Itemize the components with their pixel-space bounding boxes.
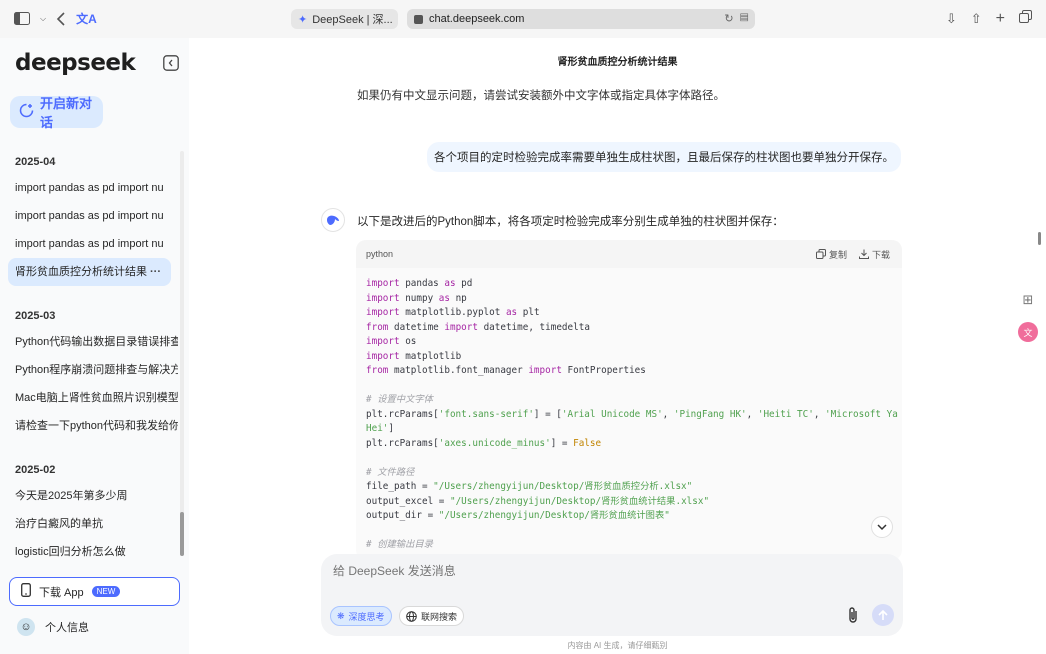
share-icon[interactable]: ⇧ [971,11,982,27]
history-date: 2025-03 [15,310,56,322]
deepseek-favicon-icon: ✦ [298,13,308,26]
new-chat-button[interactable]: 开启新对话 [10,96,103,130]
download-icon [858,249,869,259]
history-date: 2025-04 [15,156,56,168]
web-search-toggle[interactable]: 联网搜索 [399,606,465,626]
history-item-active[interactable]: 肾形贫血质控分析统计结果 ··· [8,258,171,286]
sidebar-toggle-icon[interactable] [14,12,30,25]
copy-button[interactable]: 复制 [815,248,847,261]
sidebar: deepseek 开启新对话 2025-04 import pandas as … [0,38,189,654]
page-title: 肾形贫血质控分析统计结果 [557,57,678,68]
history-item[interactable]: logistic回归分析怎么做 [0,538,178,566]
chevron-down-icon [877,523,887,530]
history-date: 2025-02 [15,464,56,476]
avatar: ☺ [17,618,35,636]
tabs-overview-icon[interactable] [1019,10,1032,28]
more-options-icon[interactable]: ··· [150,258,161,286]
code-content: import pandas as pd import numpy as np i… [366,278,898,550]
chat-main: 肾形贫血质控分析统计结果 如果仍有中文显示问题，请尝试安装额外中文字体或指定具体… [189,38,1046,654]
deepseek-logo: deepseek [15,50,136,76]
translate-float-icon[interactable]: 文 [1018,322,1038,342]
globe-icon [406,610,417,622]
web-search-label: 联网搜索 [421,611,458,622]
browser-tab[interactable]: ✦ DeepSeek | 深... [291,9,398,29]
history-item[interactable]: import pandas as pd import nu [0,230,178,258]
download-app-button[interactable]: 下载 App NEW [9,577,180,606]
user-message: 各个项目的定时检验完成率需要单独生成柱状图，且最后保存的柱状图也要单独分开保存。 [427,142,901,172]
tab-title: DeepSeek | 深... [312,14,393,26]
download-label: 下载 [871,249,890,260]
deepseek-whale-icon [321,208,345,232]
profile-label: 个人信息 [45,622,89,634]
chat-history: 2025-04 import pandas as pd import nu im… [0,150,189,566]
reader-icon[interactable]: ▤ [740,12,749,25]
history-item[interactable]: import pandas as pd import nu [0,174,178,202]
history-item[interactable]: Mac电脑上肾性贫血照片识别模型 [0,384,178,412]
history-item[interactable]: 治疗白癜风的单抗 [0,510,178,538]
download-app-label: 下载 App [39,586,84,599]
reload-icon[interactable]: ↻ [724,12,733,25]
history-item[interactable]: 请检查一下python代码和我发给你 [0,412,178,440]
history-item[interactable]: Python程序崩溃问题排查与解决方 [0,356,178,384]
history-item-label: 肾形贫血质控分析统计结果 [15,266,147,278]
copy-icon [815,249,826,259]
send-button[interactable] [872,604,894,626]
browser-toolbar: ⌵ 文A ✦ DeepSeek | 深... chat.deepseek.com… [0,0,1046,38]
main-scrollbar[interactable] [1038,232,1041,245]
deep-think-icon: ❋ [337,610,345,621]
download-code-button[interactable]: 下载 [858,248,890,261]
code-header: python 复制 下载 [356,240,902,268]
message-composer: ❋ 深度思考 联网搜索 [321,554,903,636]
deep-think-toggle[interactable]: ❋ 深度思考 [330,606,392,626]
new-chat-label: 开启新对话 [40,96,93,130]
grid-plus-icon[interactable]: ⊞ [1023,292,1034,308]
new-badge: NEW [91,586,121,597]
message-input[interactable] [333,564,833,578]
history-item[interactable]: 今天是2025年第多少周 [0,482,178,510]
history-item[interactable]: import pandas as pd import nu [0,202,178,230]
translate-icon[interactable]: 文A [76,10,97,27]
address-bar[interactable]: chat.deepseek.com ↻ ▤ [407,9,755,29]
code-block: python 复制 下载 import pandas as pd import … [356,240,902,560]
response-intro: 以下是改进后的Python脚本，将各项定时检验完成率分别生成单独的柱状图并保存： [357,216,784,228]
phone-icon [21,583,31,600]
download-icon[interactable]: ⇩ [946,11,957,27]
previous-response-text: 如果仍有中文显示问题，请尝试安装额外中文字体或指定具体字体路径。 [357,90,725,102]
chevron-down-icon[interactable]: ⌵ [40,14,46,24]
deep-think-label: 深度思考 [348,611,385,622]
arrow-up-icon [878,609,888,620]
user-message-text: 各个项目的定时检验完成率需要单独生成柱状图，且最后保存的柱状图也要单独分开保存。 [434,152,894,164]
new-chat-icon [19,103,34,121]
code-language: python [366,249,394,259]
copy-label: 复制 [828,249,847,260]
disclaimer: 内容由 AI 生成，请仔细甄别 [567,641,668,650]
new-tab-icon[interactable]: + [996,10,1005,28]
scroll-down-button[interactable] [871,516,893,538]
floating-tools: ⊞ 文 [1018,292,1038,342]
history-item[interactable]: Python代码输出数据目录错误排查 [0,328,178,356]
site-icon [414,14,423,24]
back-icon[interactable] [56,11,66,26]
collapse-sidebar-icon[interactable] [163,55,179,71]
attachment-icon[interactable] [847,606,859,629]
url-text: chat.deepseek.com [429,13,525,25]
profile-button[interactable]: ☺ 个人信息 [17,618,89,636]
